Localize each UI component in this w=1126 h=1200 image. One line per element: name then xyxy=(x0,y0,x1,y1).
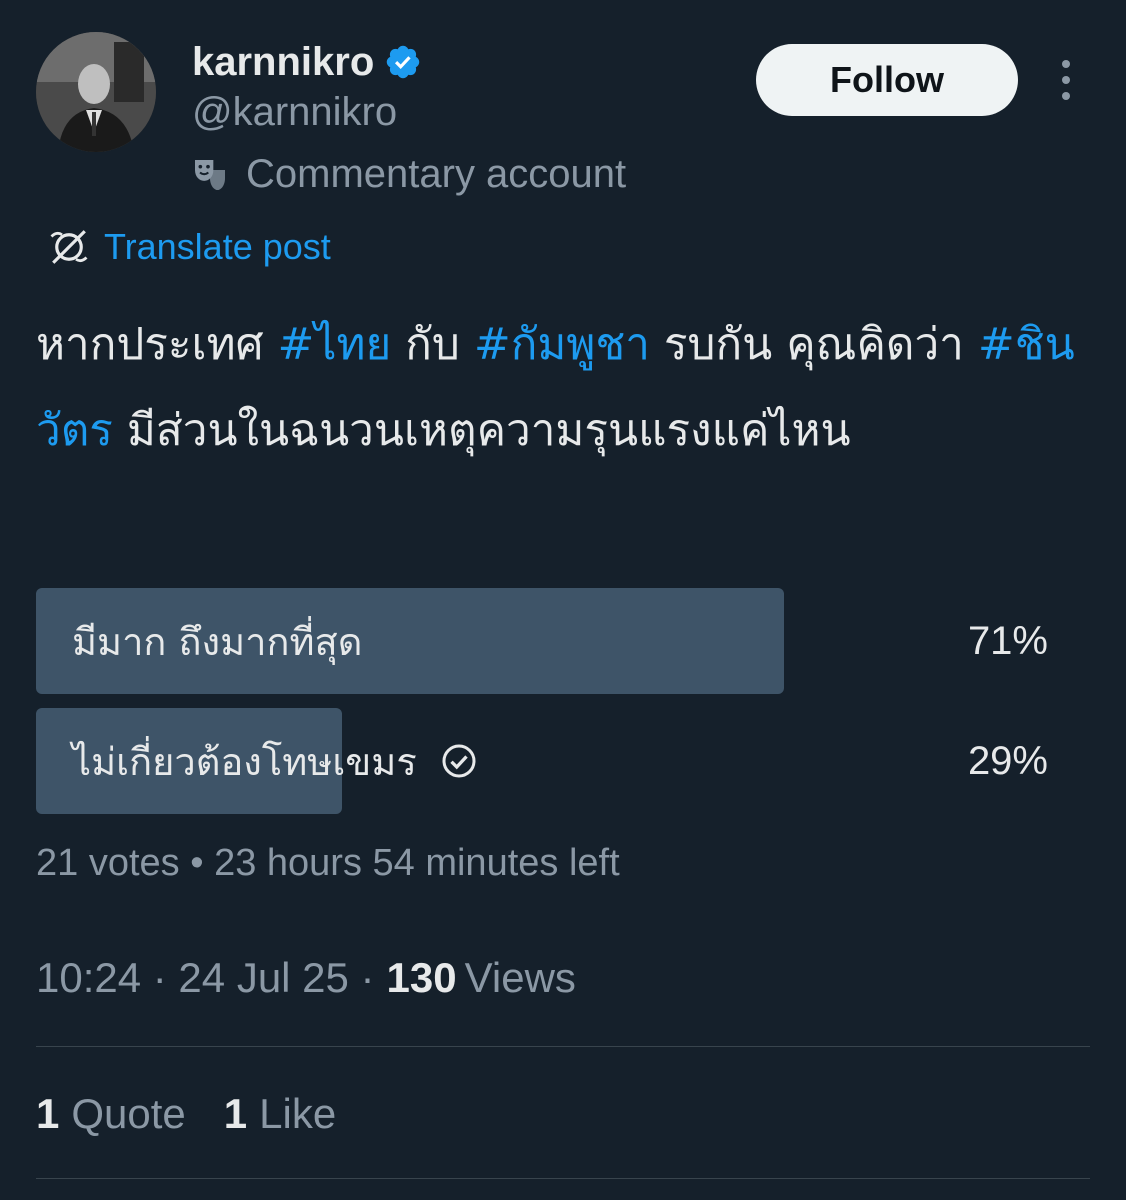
author-handle[interactable]: @karnnikro xyxy=(192,90,397,135)
avatar-photo xyxy=(36,32,156,152)
poll-option-percent: 71% xyxy=(967,618,1048,663)
avatar[interactable] xyxy=(36,32,156,152)
more-options-icon[interactable] xyxy=(1048,56,1084,104)
engagement-row: 1 Quote 1 Like xyxy=(36,1090,336,1138)
poll-option-label: มีมาก ถึงมากที่สุด xyxy=(72,619,363,664)
author-display-name[interactable]: karnnikro xyxy=(192,40,374,85)
poll-option-percent: 29% xyxy=(967,738,1048,783)
translate-post-label: Translate post xyxy=(104,226,331,267)
hashtag-link-cambodia[interactable]: #กัมพูชา xyxy=(474,319,650,370)
post-text-segment: รบกัน คุณคิดว่า xyxy=(649,319,978,370)
post-text-segment: มีส่วนในฉนวนเหตุความรุนแรงแค่ไหน xyxy=(112,405,851,456)
translate-post-link[interactable]: Translate post xyxy=(48,226,331,268)
divider xyxy=(36,1046,1090,1047)
account-label-text: Commentary account xyxy=(246,152,627,196)
more-dot xyxy=(1062,60,1070,68)
poll-meta: 21 votes • 23 hours 54 minutes left xyxy=(36,842,620,884)
quotes-link[interactable]: 1 Quote xyxy=(36,1090,186,1138)
account-label: Commentary account xyxy=(190,152,626,197)
post-timestamp[interactable]: 10:24 · 24 Jul 25 · xyxy=(36,954,375,1002)
views-label: Views xyxy=(464,954,576,1001)
more-dot xyxy=(1062,76,1070,84)
verified-badge-icon xyxy=(387,45,420,79)
author-name-row: karnnikro xyxy=(192,36,422,88)
translate-icon xyxy=(50,230,88,264)
post-text-segment: หากประเทศ xyxy=(36,319,278,370)
poll-option-label-row: มีมาก ถึงมากที่สุด xyxy=(72,588,362,694)
divider xyxy=(36,1178,1090,1179)
poll-option: ไม่เกี่ยวต้องโทษเขมร 29% xyxy=(36,708,1090,814)
check-circle-icon xyxy=(442,744,476,778)
post-text: หากประเทศ #ไทย กับ #กัมพูชา รบกัน คุณคิด… xyxy=(36,302,1096,474)
quotes-label: Quote xyxy=(71,1090,186,1137)
hashtag-link-thai[interactable]: #ไทย xyxy=(278,319,392,370)
views-count: 130 xyxy=(386,954,457,1001)
theater-masks-icon xyxy=(195,159,225,190)
post-timestamp-row: 10:24 · 24 Jul 25 · 130 Views xyxy=(36,954,576,1002)
poll-option-label-row: ไม่เกี่ยวต้องโทษเขมร xyxy=(72,708,477,814)
poll-option: มีมาก ถึงมากที่สุด 71% xyxy=(36,588,1090,694)
likes-link[interactable]: 1 Like xyxy=(224,1090,336,1138)
quotes-count: 1 xyxy=(36,1090,60,1137)
likes-label: Like xyxy=(259,1090,337,1137)
poll-option-label: ไม่เกี่ยวต้องโทษเขมร xyxy=(72,739,417,784)
more-dot xyxy=(1062,92,1070,100)
likes-count: 1 xyxy=(223,1090,248,1137)
follow-button[interactable]: Follow xyxy=(756,44,1018,116)
post-text-segment: กับ xyxy=(391,319,474,370)
